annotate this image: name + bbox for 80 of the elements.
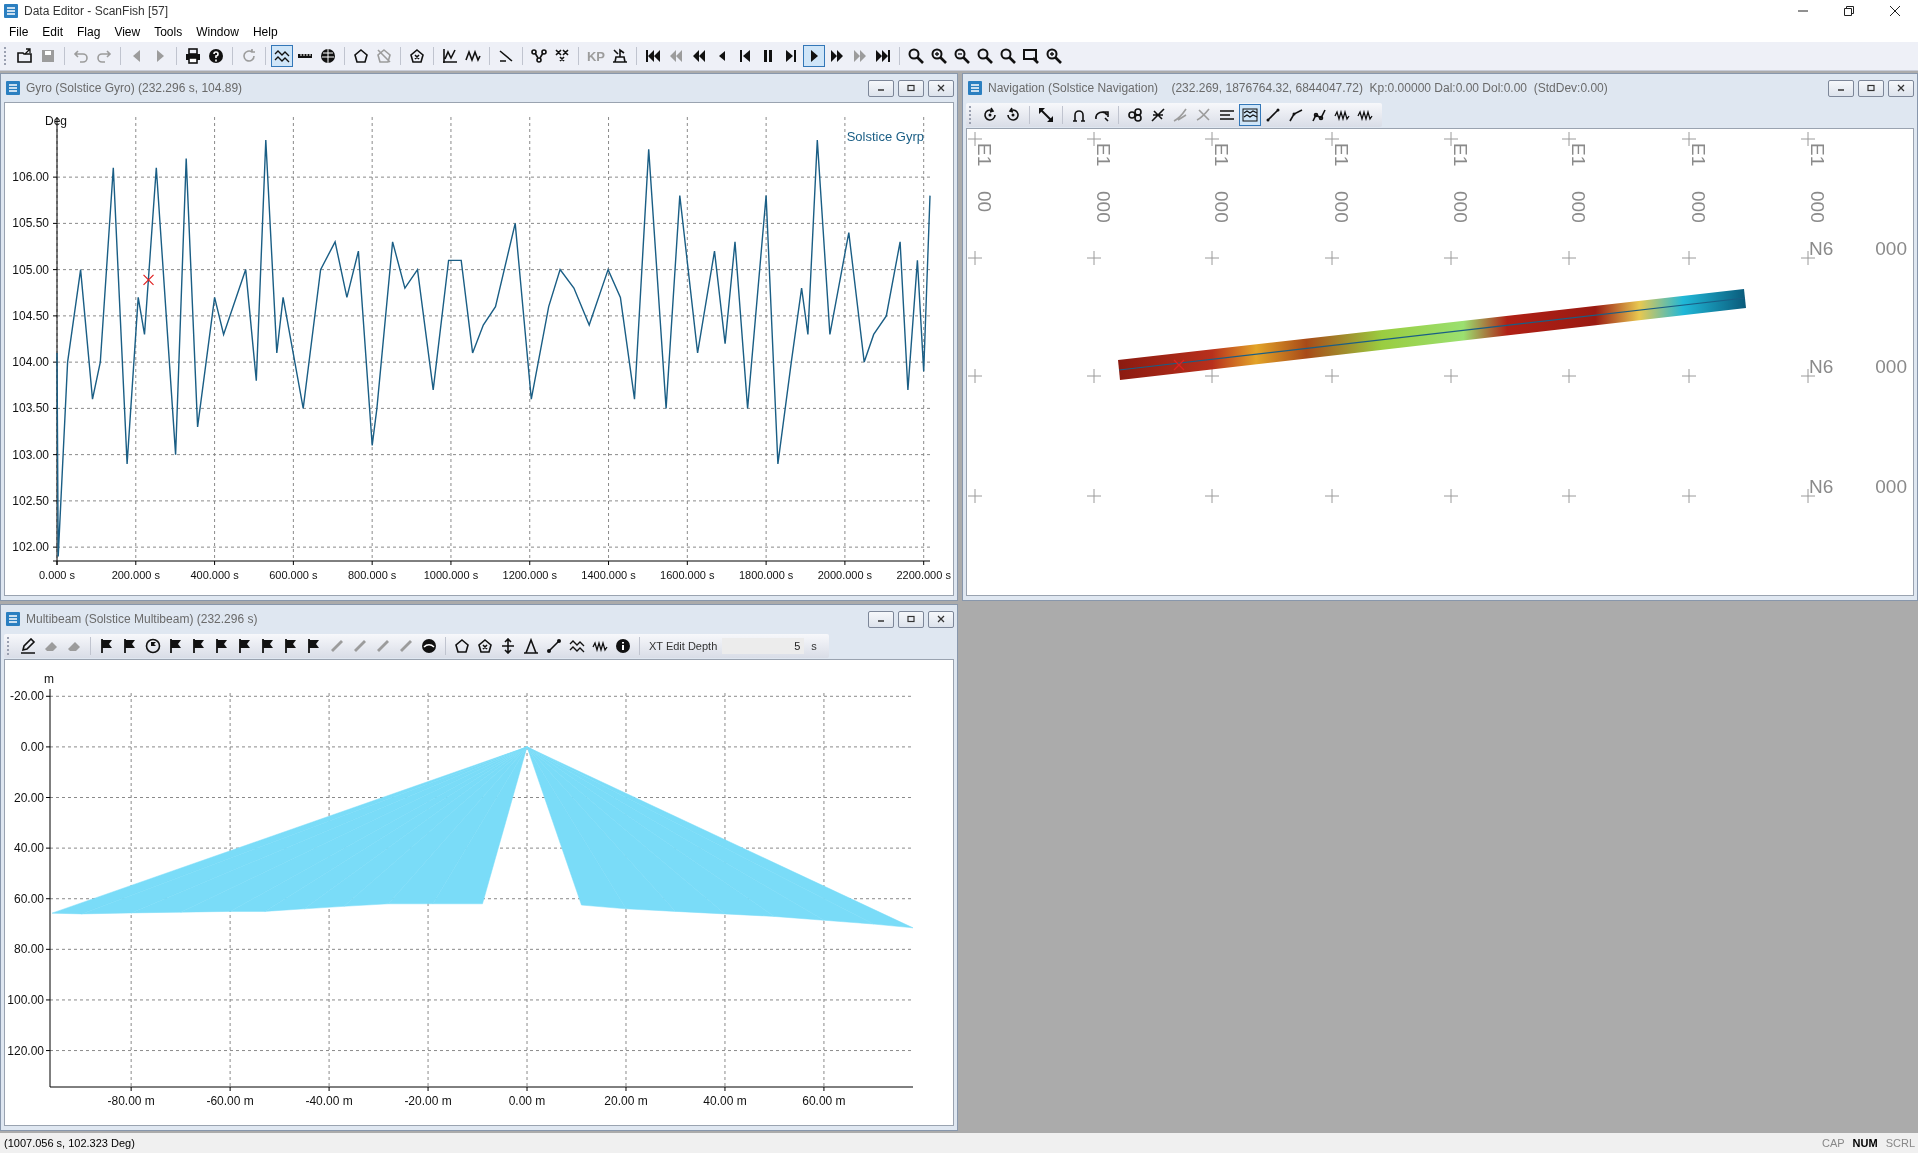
menu-item[interactable]: Window [189, 22, 246, 41]
easting-label: 000 [1807, 191, 1828, 223]
easting-label: E1 [1331, 143, 1352, 167]
x-tick-label: 400.000 s [190, 569, 239, 581]
x-tick-label: 40.00 m [703, 1094, 747, 1108]
x-tick-label: 0.000 s [38, 569, 76, 581]
x-tick-label: 2200.000 s [896, 569, 951, 581]
key-indicator: SCRL [1884, 1137, 1916, 1149]
easting-label: 00 [974, 191, 995, 213]
easting-label: E1 [1093, 143, 1114, 167]
easting-label: E1 [974, 143, 995, 167]
menu-item[interactable]: View [107, 22, 148, 41]
x-tick-label: 1000.000 s [423, 569, 479, 581]
y-tick-label: 103.00 [12, 447, 49, 462]
easting-label: E1 [1807, 143, 1828, 167]
field-label: XT Edit Depth [648, 640, 719, 652]
easting-label: 000 [1331, 191, 1352, 223]
edit-depth-field[interactable]: 5 [722, 638, 805, 654]
easting-label: 000 [1211, 191, 1232, 223]
y-tick-label: 60.00 [13, 891, 44, 906]
x-tick-label: -60.00 m [206, 1094, 254, 1108]
northing-label: N6 [1809, 476, 1834, 497]
x-tick-label: 0.00 m [508, 1094, 546, 1108]
x-tick-label: 1200.000 s [502, 569, 557, 581]
menu-item[interactable]: File [2, 22, 36, 41]
x-tick-label: -20.00 m [404, 1094, 452, 1108]
northing-label: N6 [1809, 238, 1834, 259]
easting-label: E1 [1450, 143, 1471, 167]
window-title: Multibeam (Solstice Multibeam) (232.296 s) [26, 612, 259, 626]
easting-label: E1 [1568, 143, 1589, 167]
window-title: Gyro (Solstice Gyro) (232.296 s, 104.89) [26, 81, 244, 95]
x-tick-label: 800.000 s [348, 569, 397, 581]
unit-label: s [810, 640, 818, 652]
menu-item[interactable]: Help [245, 22, 285, 41]
y-tick-label: 105.00 [12, 262, 49, 277]
easting-label: 000 [1568, 191, 1589, 223]
y-tick-label: 102.50 [12, 493, 49, 508]
x-tick-label: 1400.000 s [581, 569, 636, 581]
status-text: (1007.056 s, 102.323 Deg) [4, 1137, 136, 1149]
y-tick-label: 105.50 [12, 216, 49, 231]
y-tick-label: 104.50 [12, 308, 49, 323]
x-tick-label: 600.000 s [269, 569, 318, 581]
y-tick-label: 80.00 [13, 942, 44, 957]
y-tick-label: 120.00 [7, 1043, 44, 1058]
y-tick-label: 0.00 [20, 739, 44, 754]
key-indicator: NUM [1851, 1137, 1879, 1149]
menu-item[interactable]: Flag [70, 22, 108, 41]
window-title: Data Editor - ScanFish [57] [24, 3, 170, 18]
y-tick-label: 40.00 [13, 841, 44, 856]
easting-label: 000 [1688, 191, 1709, 223]
x-tick-label: -40.00 m [305, 1094, 353, 1108]
easting-label: 000 [1450, 191, 1471, 223]
window-title: Navigation (Solstice Navigation) (232.269, 1876764.32, 6844047.72) Kp:0.00000 Dal:0.00 Dol:0.00 (StdDev:0.00) [988, 81, 1609, 95]
legend-label: Solstice Gyrp [846, 129, 924, 144]
key-indicator: CAP [1820, 1137, 1846, 1149]
northing-label: 000 [1875, 476, 1907, 497]
x-tick-label: 60.00 m [802, 1094, 846, 1108]
menu-item[interactable]: Edit [35, 22, 71, 41]
northing-label: 000 [1875, 356, 1907, 377]
y-tick-label: 100.00 [7, 992, 44, 1007]
axis-label: Deg [45, 114, 67, 128]
y-tick-label: 104.00 [12, 355, 49, 370]
northing-label: N6 [1809, 356, 1834, 377]
x-tick-label: 2000.000 s [817, 569, 873, 581]
x-tick-label: 1800.000 s [738, 569, 794, 581]
axis-label: m [44, 672, 54, 686]
y-tick-label: 103.50 [12, 401, 49, 416]
easting-label: E1 [1688, 143, 1709, 167]
x-tick-label: 1600.000 s [660, 569, 715, 581]
y-tick-label: 102.00 [12, 540, 49, 555]
y-tick-label: -20.00 [9, 689, 44, 704]
x-tick-label: -80.00 m [107, 1094, 155, 1108]
easting-label: E1 [1211, 143, 1232, 167]
x-tick-label: 200.000 s [111, 569, 160, 581]
northing-label: 000 [1875, 238, 1907, 259]
y-tick-label: 106.00 [12, 170, 49, 185]
y-tick-label: 20.00 [13, 790, 44, 805]
easting-label: 000 [1093, 191, 1114, 223]
x-tick-label: 20.00 m [604, 1094, 648, 1108]
menu-item[interactable]: Tools [147, 22, 190, 41]
